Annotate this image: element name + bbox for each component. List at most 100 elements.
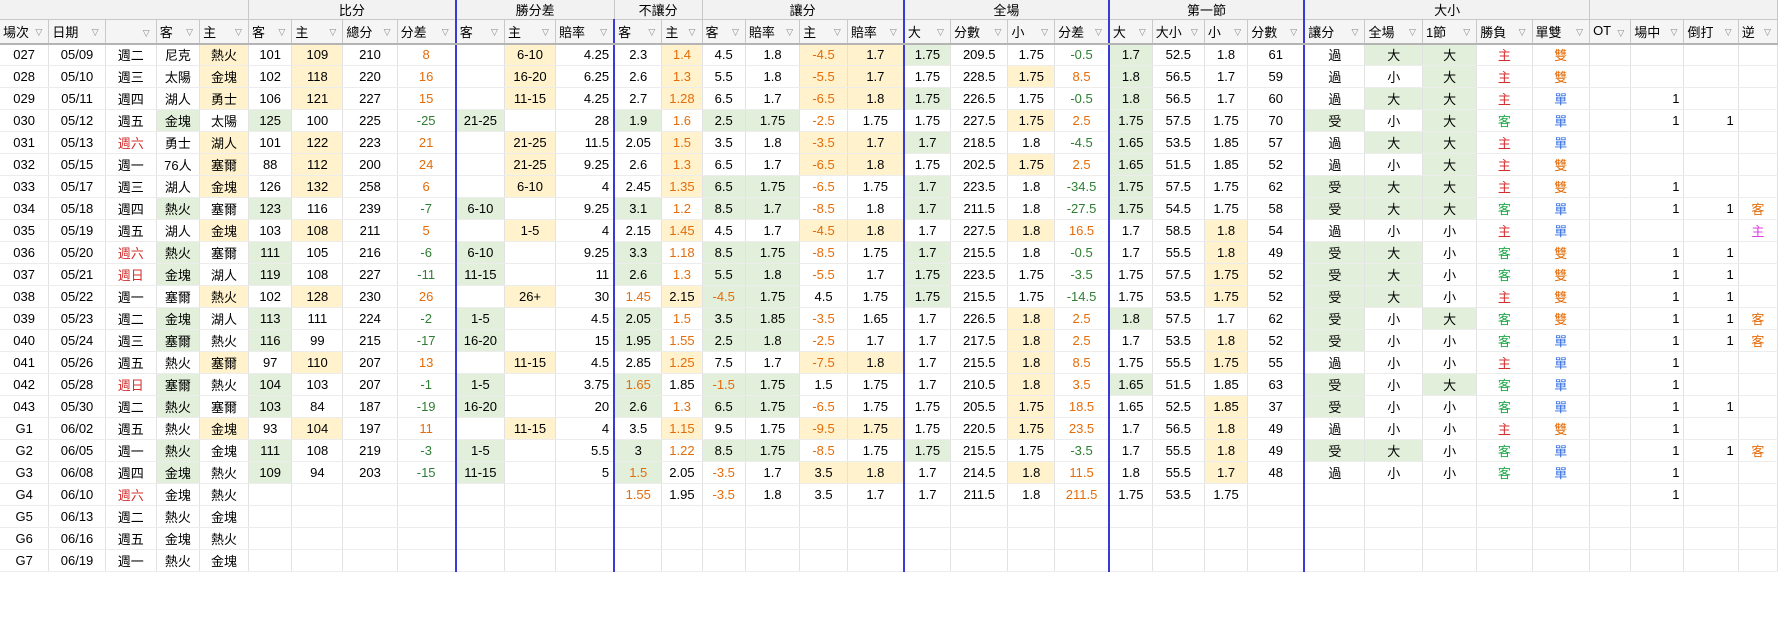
cell-od[interactable]: -14.5 bbox=[1054, 285, 1110, 308]
cell-qs[interactable]: 1.7 bbox=[1204, 87, 1249, 110]
cell-hs[interactable]: 112 bbox=[291, 153, 344, 176]
cell-mh[interactable]: 1.6 bbox=[661, 109, 703, 132]
cell-hs[interactable]: 132 bbox=[291, 175, 344, 198]
cell-ob[interactable]: 1.7 bbox=[903, 219, 951, 242]
cell-sho[interactable]: 1.8 bbox=[847, 461, 905, 484]
cell-as[interactable] bbox=[248, 527, 293, 550]
cell-ma[interactable]: 3.3 bbox=[614, 241, 663, 264]
cell-sao[interactable]: 1.75 bbox=[745, 175, 801, 198]
cell-ot[interactable] bbox=[1589, 65, 1632, 88]
cell-lv[interactable] bbox=[1630, 153, 1685, 176]
table-row[interactable]: G7 06/19 週一 熱火 金塊 bbox=[0, 549, 1778, 572]
cell-sao[interactable]: 1.75 bbox=[745, 285, 801, 308]
cell-rv[interactable] bbox=[1683, 549, 1739, 572]
cell-qp[interactable]: 52 bbox=[1247, 329, 1306, 352]
cell-wh[interactable] bbox=[504, 549, 556, 572]
cell-lv[interactable]: 1 bbox=[1630, 351, 1685, 374]
cell-wa[interactable] bbox=[455, 87, 506, 110]
cell-sho[interactable]: 1.75 bbox=[847, 395, 905, 418]
cell-qb[interactable] bbox=[1108, 549, 1153, 572]
cell-home[interactable]: 塞爾 bbox=[199, 241, 249, 264]
table-row[interactable]: G3 06/08 週四 金塊 熱火 109 94 203 -15 11-15 5 1.5 2.05 -3.… bbox=[0, 461, 1778, 484]
cell-date[interactable]: 05/26 bbox=[48, 351, 106, 374]
column-header[interactable]: ▽ 主 bbox=[799, 19, 848, 45]
cell-od[interactable] bbox=[1054, 549, 1110, 572]
cell-ob[interactable]: 1.75 bbox=[903, 87, 951, 110]
cell-res[interactable]: 過 bbox=[1304, 153, 1366, 176]
cell-wh[interactable] bbox=[504, 263, 556, 286]
cell-ql[interactable] bbox=[1152, 527, 1205, 550]
cell-home[interactable]: 熱火 bbox=[199, 329, 249, 352]
cell-lv[interactable]: 1 bbox=[1630, 439, 1685, 462]
cell-away[interactable]: 金塊 bbox=[156, 461, 201, 484]
cell-ot[interactable] bbox=[1589, 461, 1632, 484]
cell-ma[interactable]: 2.85 bbox=[614, 351, 663, 374]
cell-wa[interactable] bbox=[455, 153, 506, 176]
cell-diff[interactable] bbox=[397, 527, 457, 550]
cell-qs[interactable] bbox=[1204, 549, 1249, 572]
cell-wl[interactable]: 客 bbox=[1476, 263, 1533, 286]
cell-wo[interactable]: 11 bbox=[555, 263, 616, 286]
cell-diff[interactable]: 16 bbox=[397, 65, 457, 88]
cell-hs[interactable]: 99 bbox=[291, 329, 344, 352]
cell-res[interactable]: 受 bbox=[1304, 439, 1366, 462]
cell-hs[interactable] bbox=[291, 483, 344, 506]
cell-sh[interactable]: -4.5 bbox=[799, 43, 848, 66]
cell-qp[interactable]: 49 bbox=[1247, 417, 1306, 440]
cell-ma[interactable]: 1.45 bbox=[614, 285, 663, 308]
cell-ud[interactable] bbox=[1738, 417, 1778, 440]
table-row[interactable]: 033 05/17 週三 湖人 金塊 126 132 258 6 6-10 4 2.45 1.35 6.5… bbox=[0, 175, 1778, 198]
cell-od[interactable] bbox=[1054, 505, 1110, 528]
cell-ma[interactable]: 2.6 bbox=[614, 65, 663, 88]
cell-ol[interactable] bbox=[950, 549, 1009, 572]
cell-ud[interactable] bbox=[1738, 395, 1778, 418]
cell-tot[interactable]: 210 bbox=[342, 43, 398, 66]
cell-ud[interactable] bbox=[1738, 87, 1778, 110]
cell-ob[interactable]: 1.7 bbox=[903, 373, 951, 396]
cell-ql[interactable]: 58.5 bbox=[1152, 219, 1205, 242]
cell-wh[interactable]: 11-15 bbox=[504, 417, 556, 440]
cell-sa[interactable]: 7.5 bbox=[702, 351, 746, 374]
table-row[interactable]: 041 05/26 週五 熱火 塞爾 97 110 207 13 11-15 4.5 2.85 1.25… bbox=[0, 351, 1778, 374]
cell-fs[interactable]: 小 bbox=[1364, 351, 1423, 374]
cell-ot[interactable] bbox=[1589, 219, 1632, 242]
cell-wl[interactable]: 客 bbox=[1476, 395, 1533, 418]
cell-ql[interactable]: 56.5 bbox=[1152, 417, 1205, 440]
cell-sh[interactable]: 3.5 bbox=[799, 483, 848, 506]
cell-ob[interactable]: 1.75 bbox=[903, 65, 951, 88]
cell-ol[interactable]: 205.5 bbox=[950, 395, 1009, 418]
cell-sao[interactable]: 1.8 bbox=[745, 43, 801, 66]
cell-sho[interactable]: 1.65 bbox=[847, 307, 905, 330]
cell-wa[interactable]: 1-5 bbox=[455, 307, 506, 330]
cell-id[interactable]: 027 bbox=[0, 43, 50, 66]
table-row[interactable]: 038 05/22 週一 塞爾 熱火 102 128 230 26 26+ 30 1.45 2.15 -4… bbox=[0, 285, 1778, 308]
cell-qr[interactable]: 大 bbox=[1422, 373, 1478, 396]
cell-od[interactable]: 11.5 bbox=[1054, 461, 1110, 484]
cell-sao[interactable]: 1.75 bbox=[745, 417, 801, 440]
cell-rv[interactable] bbox=[1683, 351, 1739, 374]
cell-ql[interactable]: 53.5 bbox=[1152, 483, 1205, 506]
cell-qb[interactable]: 1.65 bbox=[1108, 131, 1153, 154]
cell-wa[interactable]: 6-10 bbox=[455, 197, 506, 220]
cell-date[interactable]: 05/20 bbox=[48, 241, 106, 264]
table-row[interactable]: 031 05/13 週六 勇士 湖人 101 122 223 21 21-25 11.5 2.05 1.… bbox=[0, 131, 1778, 154]
cell-os[interactable]: 1.8 bbox=[1007, 373, 1056, 396]
cell-ud[interactable]: 客 bbox=[1738, 329, 1778, 352]
cell-lv[interactable]: 1 bbox=[1630, 417, 1685, 440]
cell-rv[interactable]: 1 bbox=[1683, 395, 1739, 418]
cell-ot[interactable] bbox=[1589, 307, 1632, 330]
cell-id[interactable]: 028 bbox=[0, 65, 50, 88]
cell-qp[interactable]: 55 bbox=[1247, 351, 1306, 374]
cell-tot[interactable]: 227 bbox=[342, 87, 398, 110]
cell-ma[interactable]: 2.45 bbox=[614, 175, 663, 198]
column-header[interactable]: ▽ 主 bbox=[504, 19, 556, 45]
cell-sa[interactable]: 5.5 bbox=[702, 65, 746, 88]
cell-qs[interactable]: 1.85 bbox=[1204, 153, 1249, 176]
table-row[interactable]: G5 06/13 週二 熱火 金塊 bbox=[0, 505, 1778, 528]
cell-ud[interactable] bbox=[1738, 131, 1778, 154]
cell-hs[interactable]: 103 bbox=[291, 373, 344, 396]
cell-qr[interactable]: 小 bbox=[1422, 461, 1478, 484]
cell-sa[interactable]: 8.5 bbox=[702, 197, 746, 220]
cell-os[interactable]: 1.75 bbox=[1007, 395, 1056, 418]
cell-wo[interactable]: 5 bbox=[555, 461, 616, 484]
